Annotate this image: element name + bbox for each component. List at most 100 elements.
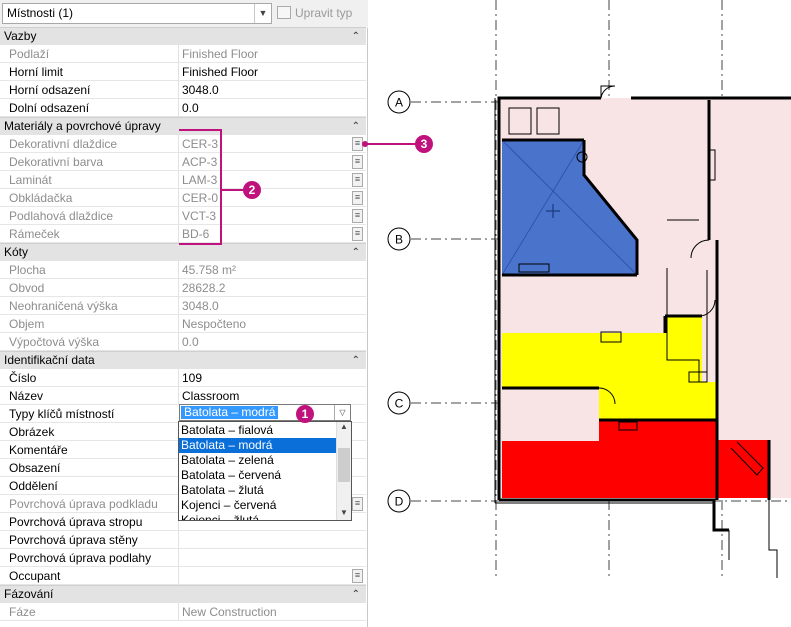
scroll-down-icon[interactable]: ▼ [337, 508, 351, 517]
dropdown-option[interactable]: Kojenci – červená [179, 498, 337, 513]
edit-type-icon [277, 6, 291, 19]
browse-button[interactable]: ≡ [352, 191, 363, 205]
property-value[interactable] [178, 549, 352, 567]
floor-plan-canvas[interactable]: A B C D [369, 0, 791, 627]
property-row[interactable]: Horní limit Finished Floor [0, 63, 366, 81]
property-row[interactable]: Objem Nespočteno [0, 315, 366, 333]
property-row[interactable]: Fáze New Construction [0, 603, 366, 621]
property-value[interactable]: Finished Floor [178, 63, 352, 81]
callout-dot [362, 141, 368, 147]
dropdown-option[interactable]: Batolata – červená [179, 468, 337, 483]
group-header-materials[interactable]: Materiály a povrchové úpravy ⌃ [0, 117, 366, 135]
group-header-identity[interactable]: Identifikační data ⌃ [0, 351, 366, 369]
edit-type-label: Upravit typ [295, 6, 353, 20]
property-label: Povrchová úprava podlahy [9, 551, 152, 565]
property-label: Dolní odsazení [9, 101, 90, 115]
property-row[interactable]: Obkládačka CER-0 ≡ [0, 189, 366, 207]
property-label: Dekorativní barva [9, 155, 104, 169]
property-label: Objem [9, 317, 45, 331]
collapse-icon[interactable]: ⌃ [352, 118, 360, 135]
floor-plan-view[interactable]: A B C D [369, 0, 791, 627]
property-label: Obrázek [9, 425, 55, 439]
type-selector[interactable]: Místnosti (1) ▼ [2, 3, 272, 24]
property-label: Název [9, 389, 44, 403]
group-header-constraints[interactable]: Vazby ⌃ [0, 27, 366, 45]
collapse-icon[interactable]: ⌃ [352, 586, 360, 603]
browse-button[interactable]: ≡ [352, 173, 363, 187]
browse-button[interactable]: ≡ [352, 209, 363, 223]
property-value[interactable]: 0.0 [178, 99, 352, 117]
property-label: Dekorativní dlaždice [9, 137, 118, 151]
property-row[interactable]: Plocha 45.758 m² [0, 261, 366, 279]
callout-leader [222, 189, 244, 191]
property-row[interactable]: Obvod 28628.2 [0, 279, 366, 297]
property-row[interactable]: Occupant ≡ [0, 567, 366, 585]
property-value: CER-3 [178, 135, 352, 153]
group-title: Kóty [4, 245, 29, 259]
property-label: Podlaží [9, 47, 50, 61]
property-row[interactable]: Dekorativní dlaždice CER-3 ≡ [0, 135, 366, 153]
group-header-dimensions[interactable]: Kóty ⌃ [0, 243, 366, 261]
group-title: Fázování [4, 587, 54, 601]
dropdown-option[interactable]: Kojenci – žlutá [179, 513, 337, 520]
property-label: Výpočtová výška [9, 335, 100, 349]
grid-label-d: D [395, 495, 404, 509]
dropdown-option[interactable]: Batolata – fialová [179, 423, 337, 438]
callout-1: 1 [296, 405, 314, 423]
collapse-icon[interactable]: ⌃ [352, 352, 360, 369]
browse-button[interactable]: ≡ [352, 569, 363, 583]
property-value: BD-6 [178, 225, 352, 243]
property-row[interactable]: Povrchová úprava stěny [0, 531, 366, 549]
property-value: 0.0 [178, 333, 352, 351]
property-value: VCT-3 [178, 207, 352, 225]
scroll-up-icon[interactable]: ▲ [337, 422, 351, 431]
property-row[interactable]: Výpočtová výška 0.0 [0, 333, 366, 351]
dropdown-option[interactable]: Batolata – zelená [179, 453, 337, 468]
room-key-type-dropdown[interactable]: Batolata – fialová Batolata – modrá Bato… [178, 421, 352, 521]
property-row[interactable]: Neohraničená výška 3048.0 [0, 297, 366, 315]
property-value: ACP-3 [178, 153, 352, 171]
property-row[interactable]: Rámeček BD-6 ≡ [0, 225, 366, 243]
bracket-line [220, 129, 222, 245]
collapse-icon[interactable]: ⌃ [352, 244, 360, 261]
browse-button[interactable]: ≡ [352, 155, 363, 169]
property-value[interactable]: 109 [178, 369, 352, 387]
property-label: Typy klíčů místností [9, 407, 115, 421]
callout-2: 2 [243, 181, 261, 199]
group-header-phasing[interactable]: Fázování ⌃ [0, 585, 366, 603]
property-value[interactable]: 3048.0 [178, 81, 352, 99]
property-value: 45.758 m² [178, 261, 352, 279]
property-row[interactable]: Podlahová dlaždice VCT-3 ≡ [0, 207, 366, 225]
property-label: Rámeček [9, 227, 60, 241]
edit-type-button[interactable]: Upravit typ [277, 3, 363, 24]
browse-button[interactable]: ≡ [352, 497, 363, 511]
dropdown-option[interactable]: Batolata – žlutá [179, 483, 337, 498]
collapse-icon[interactable]: ⌃ [352, 28, 360, 45]
property-value[interactable]: Classroom [178, 387, 352, 405]
dropdown-scrollbar[interactable]: ▲ ▼ [336, 422, 351, 520]
property-row[interactable]: Podlaží Finished Floor [0, 45, 366, 63]
property-row[interactable]: Horní odsazení 3048.0 [0, 81, 366, 99]
property-value[interactable] [178, 567, 352, 585]
property-row[interactable]: Číslo 109 [0, 369, 366, 387]
property-value[interactable] [178, 531, 352, 549]
room-key-type-combobox[interactable]: Batolata – modrá ▽ [179, 404, 351, 421]
group-title: Vazby [4, 29, 37, 43]
property-row[interactable]: Laminát LAM-3 ≡ [0, 171, 366, 189]
property-label: Horní limit [9, 65, 64, 79]
callout-3: 3 [415, 135, 433, 153]
property-label: Laminát [9, 173, 52, 187]
property-label: Obkládačka [9, 191, 73, 205]
property-row[interactable]: Povrchová úprava podlahy [0, 549, 366, 567]
property-row[interactable]: Dolní odsazení 0.0 [0, 99, 366, 117]
property-label: Povrchová úprava stropu [9, 515, 143, 529]
property-row[interactable]: Název Classroom [0, 387, 366, 405]
property-row[interactable]: Dekorativní barva ACP-3 ≡ [0, 153, 366, 171]
grid-label-b: B [395, 233, 403, 247]
browse-button[interactable]: ≡ [352, 227, 363, 241]
property-label: Komentáře [9, 443, 68, 457]
scrollbar-thumb[interactable] [338, 448, 350, 482]
dropdown-option-selected[interactable]: Batolata – modrá [179, 438, 337, 453]
chevron-down-icon[interactable]: ▽ [334, 405, 350, 420]
grid-label-c: C [395, 397, 404, 411]
